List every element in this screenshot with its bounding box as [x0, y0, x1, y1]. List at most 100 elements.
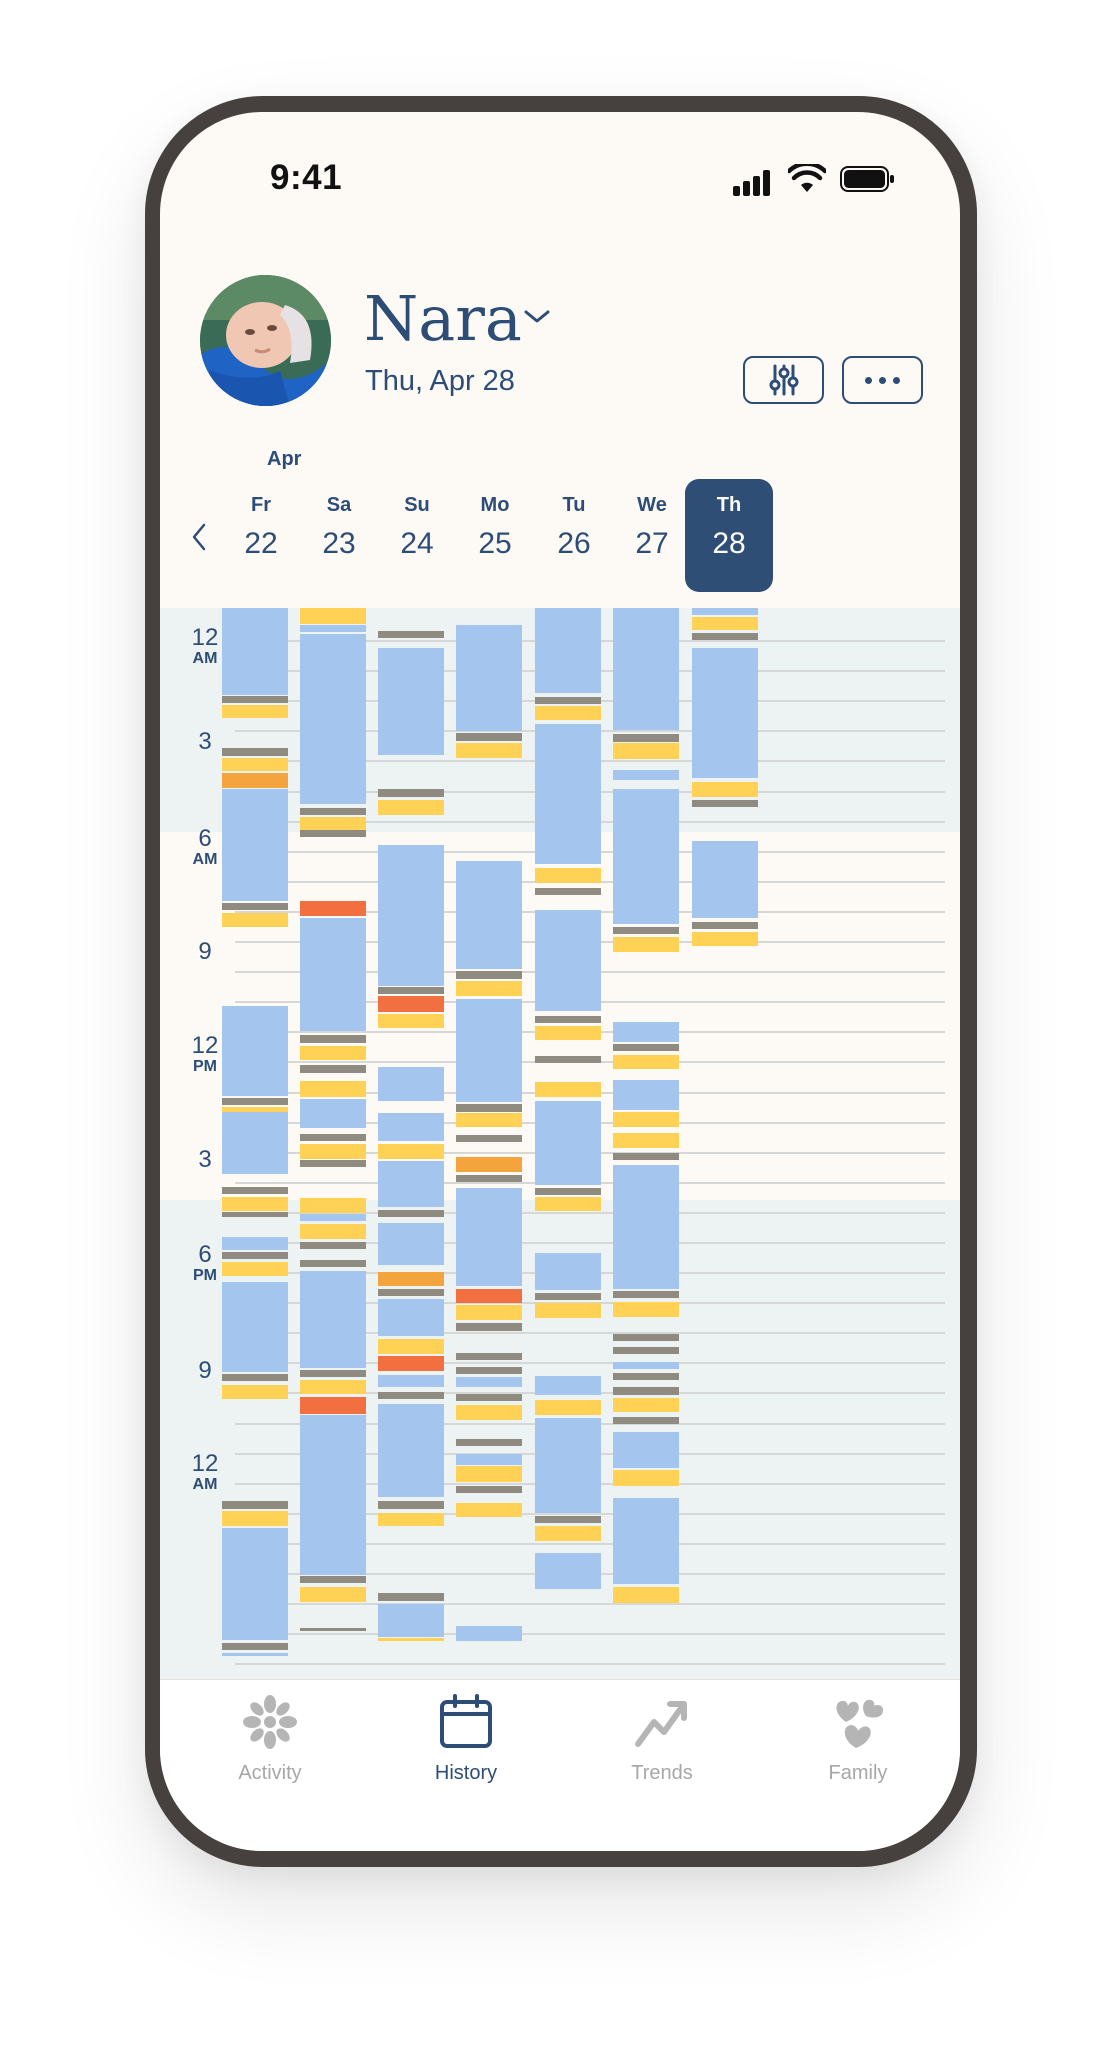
alert-block[interactable]: [300, 901, 366, 916]
feeding-block[interactable]: [300, 1587, 366, 1602]
feeding-block[interactable]: [535, 1197, 601, 1211]
diaper-block[interactable]: [378, 987, 444, 994]
feeding-block[interactable]: [300, 1046, 366, 1060]
sleep-block[interactable]: [378, 1161, 444, 1207]
diaper-block[interactable]: [613, 1291, 679, 1298]
sleep-block[interactable]: [300, 1099, 366, 1128]
feeding-block[interactable]: [222, 913, 288, 927]
sleep-block[interactable]: [613, 608, 679, 730]
diaper-block[interactable]: [222, 696, 288, 703]
day-tu[interactable]: Tu 26: [530, 479, 618, 592]
feeding-block[interactable]: [535, 706, 601, 720]
diaper-block[interactable]: [456, 733, 522, 741]
feeding-block[interactable]: [300, 1380, 366, 1394]
diaper-block[interactable]: [456, 1104, 522, 1112]
diaper-block[interactable]: [535, 697, 601, 704]
sleep-block[interactable]: [378, 1223, 444, 1265]
diaper-block[interactable]: [300, 1260, 366, 1267]
diaper-block[interactable]: [535, 888, 601, 895]
sleep-block[interactable]: [222, 789, 288, 901]
diaper-block[interactable]: [300, 1242, 366, 1249]
day-mo[interactable]: Mo 25: [451, 479, 539, 592]
feeding-block[interactable]: [535, 1400, 601, 1415]
diaper-block[interactable]: [456, 1439, 522, 1446]
sleep-block[interactable]: [300, 634, 366, 804]
day-sa[interactable]: Sa 23: [295, 479, 383, 592]
diaper-block[interactable]: [613, 927, 679, 934]
diaper-block[interactable]: [456, 1486, 522, 1493]
sleep-block[interactable]: [692, 841, 758, 918]
sleep-block[interactable]: [300, 1271, 366, 1368]
feeding-block[interactable]: [378, 1339, 444, 1354]
feeding-block[interactable]: [613, 1587, 679, 1603]
diaper-block[interactable]: [300, 1628, 366, 1631]
diaper-block[interactable]: [222, 1212, 288, 1217]
sleep-block[interactable]: [692, 608, 758, 615]
sleep-block[interactable]: [535, 608, 601, 693]
alert-block[interactable]: [378, 996, 444, 1012]
diaper-block[interactable]: [378, 789, 444, 797]
diaper-block[interactable]: [222, 1187, 288, 1194]
tab-family[interactable]: Family: [778, 1692, 938, 1785]
feeding-block[interactable]: [535, 1526, 601, 1541]
feeding-block[interactable]: [222, 758, 288, 771]
pumping-block[interactable]: [378, 1272, 444, 1286]
sleep-block[interactable]: [535, 1253, 601, 1290]
sleep-block[interactable]: [378, 1113, 444, 1141]
sleep-block[interactable]: [300, 625, 366, 632]
sleep-block[interactable]: [456, 1454, 522, 1465]
sleep-block[interactable]: [222, 1237, 288, 1250]
feeding-block[interactable]: [692, 782, 758, 797]
sleep-block[interactable]: [300, 918, 366, 1031]
diaper-block[interactable]: [692, 800, 758, 807]
diaper-block[interactable]: [613, 1417, 679, 1424]
sleep-block[interactable]: [613, 1022, 679, 1042]
diaper-block[interactable]: [300, 1065, 366, 1073]
feeding-block[interactable]: [222, 705, 288, 718]
day-fr[interactable]: Fr 22: [217, 479, 305, 592]
diaper-block[interactable]: [535, 1516, 601, 1523]
sleep-block[interactable]: [613, 1165, 679, 1289]
alert-block[interactable]: [456, 1289, 522, 1303]
diaper-block[interactable]: [456, 1175, 522, 1182]
feeding-block[interactable]: [456, 1305, 522, 1320]
diaper-block[interactable]: [222, 1643, 288, 1650]
sleep-block[interactable]: [378, 1067, 444, 1101]
feeding-block[interactable]: [613, 1302, 679, 1317]
feeding-block[interactable]: [535, 1026, 601, 1040]
sleep-block[interactable]: [222, 1653, 288, 1656]
feeding-block[interactable]: [613, 937, 679, 952]
feeding-block[interactable]: [378, 800, 444, 815]
diaper-block[interactable]: [300, 1576, 366, 1583]
tab-history[interactable]: History: [386, 1692, 546, 1785]
feeding-block[interactable]: [300, 608, 366, 624]
filter-button[interactable]: [743, 356, 824, 404]
diaper-block[interactable]: [613, 1347, 679, 1354]
diaper-block[interactable]: [613, 1373, 679, 1380]
diaper-block[interactable]: [300, 1134, 366, 1141]
alert-block[interactable]: [300, 1397, 366, 1414]
diaper-block[interactable]: [378, 631, 444, 638]
diaper-block[interactable]: [222, 1252, 288, 1259]
feeding-block[interactable]: [456, 1113, 522, 1127]
feeding-block[interactable]: [378, 1144, 444, 1159]
sleep-block[interactable]: [613, 1432, 679, 1468]
feeding-block[interactable]: [300, 1198, 366, 1213]
sleep-block[interactable]: [378, 648, 444, 755]
sleep-block[interactable]: [613, 1080, 679, 1110]
sleep-block[interactable]: [222, 1006, 288, 1096]
alert-block[interactable]: [378, 1356, 444, 1371]
feeding-block[interactable]: [300, 1144, 366, 1159]
diaper-block[interactable]: [456, 1135, 522, 1142]
feeding-block[interactable]: [222, 1262, 288, 1276]
diaper-block[interactable]: [613, 734, 679, 742]
diaper-block[interactable]: [300, 1160, 366, 1167]
sleep-block[interactable]: [378, 1604, 444, 1637]
diaper-block[interactable]: [300, 1370, 366, 1377]
sleep-block[interactable]: [456, 1188, 522, 1286]
diaper-block[interactable]: [613, 1387, 679, 1395]
feeding-block[interactable]: [692, 617, 758, 630]
diaper-block[interactable]: [613, 1044, 679, 1051]
diaper-block[interactable]: [535, 1293, 601, 1300]
day-su[interactable]: Su 24: [373, 479, 461, 592]
